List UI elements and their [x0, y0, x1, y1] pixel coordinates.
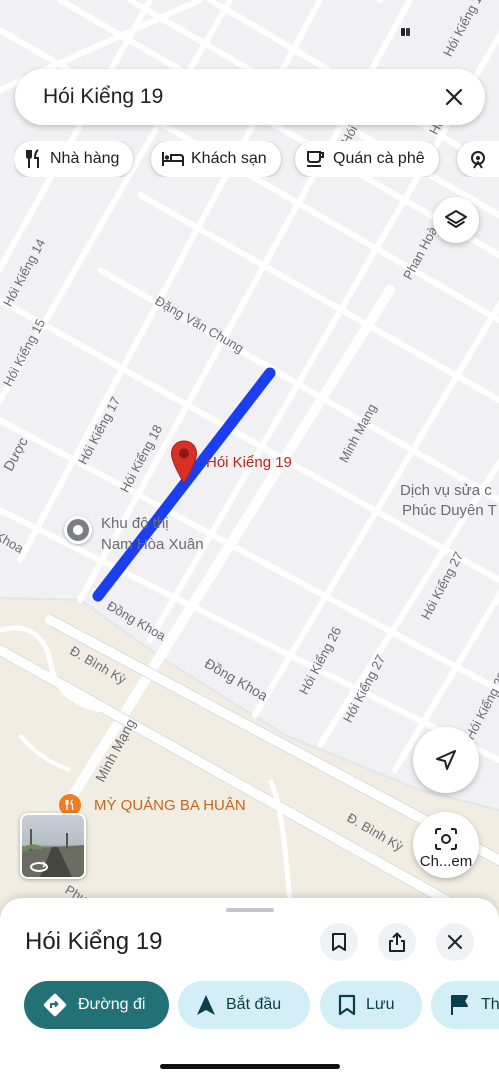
layers-icon: [445, 210, 467, 228]
place-details-sheet[interactable]: Hói Kiểng 19 Đường đi Bắt đầu Lưu Th: [0, 898, 499, 1080]
layers-button[interactable]: [433, 197, 479, 243]
action-label: Th: [481, 996, 499, 1013]
close-icon[interactable]: [441, 84, 467, 110]
camera-lens-icon: [435, 828, 457, 850]
cafe-icon: [307, 151, 324, 167]
sheet-drag-handle[interactable]: [226, 908, 274, 912]
start-navigation-button[interactable]: Bắt đầu: [178, 981, 310, 1029]
poi-label[interactable]: Dịch vụ sửa c: [400, 482, 492, 499]
bookmark-icon: [338, 994, 356, 1016]
search-bar[interactable]: Hói Kiểng 19: [15, 69, 485, 125]
chip-label: Nhà hàng: [50, 150, 120, 167]
navigation-arrow-icon: [436, 750, 456, 770]
my-location-button[interactable]: [413, 727, 479, 793]
label-button[interactable]: Th: [431, 981, 499, 1029]
save-button[interactable]: [320, 923, 358, 961]
lens-label: Ch...em: [419, 853, 473, 870]
navigation-icon: [197, 995, 215, 1015]
chip-label: Khách sạn: [191, 150, 267, 167]
restaurant-label[interactable]: MỲ QUẢNG BA HUÂN: [94, 797, 246, 814]
chip-attractions[interactable]: [457, 141, 499, 177]
share-icon: [389, 932, 405, 952]
share-button[interactable]: [378, 923, 416, 961]
action-label: Lưu: [366, 996, 395, 1013]
home-indicator[interactable]: [160, 1064, 340, 1069]
poi-label[interactable]: Nam Hòa Xuân: [101, 536, 204, 553]
action-buttons: Đường đi Bắt đầu Lưu Th: [0, 981, 499, 1029]
close-sheet-button[interactable]: [436, 923, 474, 961]
action-label: Đường đi: [78, 996, 146, 1013]
directions-button[interactable]: Đường đi: [24, 981, 169, 1029]
restaurant-icon: [26, 149, 39, 168]
poi-pin-icon[interactable]: [64, 516, 92, 544]
selected-pin-label: Hói Kiểng 19: [206, 454, 292, 471]
chip-hotels[interactable]: Khách sạn: [151, 141, 281, 177]
category-chips: Nhà hàng Khách sạn Quán cà phê: [14, 141, 499, 177]
save-place-button[interactable]: Lưu: [320, 981, 422, 1029]
action-label: Bắt đầu: [226, 996, 282, 1013]
street-view-thumbnail[interactable]: [20, 813, 86, 879]
chip-label: Quán cà phê: [333, 150, 425, 167]
selected-location-pin-icon[interactable]: [170, 440, 198, 484]
chip-restaurants[interactable]: Nhà hàng: [14, 141, 134, 177]
chip-cafes[interactable]: Quán cà phê: [295, 141, 439, 177]
bookmark-icon: [332, 933, 346, 951]
directions-icon: [43, 993, 67, 1017]
hotel-icon: [162, 152, 184, 166]
flag-icon: [451, 995, 468, 1015]
attraction-icon: [471, 151, 485, 169]
search-input[interactable]: Hói Kiểng 19: [43, 85, 163, 109]
place-title: Hói Kiểng 19: [25, 928, 163, 955]
poi-label[interactable]: Phúc Duyên T: [402, 502, 497, 519]
poi-label[interactable]: Khu đô thị: [101, 515, 169, 532]
street-view-rotate-icon: [30, 861, 48, 872]
lens-button[interactable]: Ch...em: [413, 812, 479, 878]
close-icon: [448, 935, 462, 949]
signal-indicator-icon: [401, 28, 411, 36]
